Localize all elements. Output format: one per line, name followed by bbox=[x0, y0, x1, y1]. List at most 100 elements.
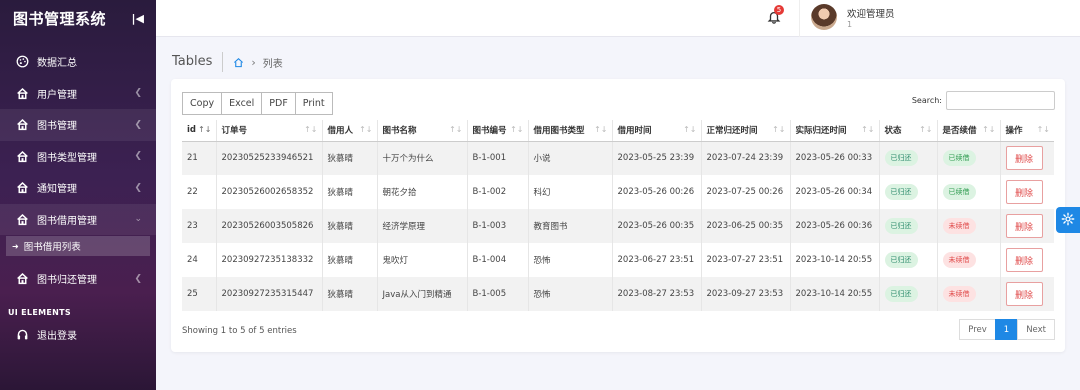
sidebar-item-label: 退出登录 bbox=[37, 330, 77, 342]
collapse-sidebar-icon[interactable]: |◀ bbox=[132, 12, 144, 25]
cell-due-time: 2023-06-25 00:35 bbox=[701, 209, 791, 243]
chevron-left-icon: ❮ bbox=[134, 273, 142, 284]
home-icon bbox=[16, 118, 29, 131]
cell-renew: 未续借 bbox=[937, 243, 1001, 277]
pdf-button[interactable]: PDF bbox=[261, 92, 296, 115]
cell-due-time: 2023-07-25 00:26 bbox=[701, 175, 791, 209]
home-icon bbox=[16, 150, 29, 163]
delete-button[interactable]: 删除 bbox=[1005, 146, 1043, 171]
excel-button[interactable]: Excel bbox=[221, 92, 263, 115]
sidebar-item-users[interactable]: 用户管理 ❮ bbox=[0, 78, 156, 110]
next-page-button[interactable]: Next bbox=[1017, 319, 1055, 340]
cell-status: 已归还 bbox=[879, 277, 938, 311]
column-header-status[interactable]: 状态 ↑↓ bbox=[879, 120, 938, 142]
cell-book-code: B-1-001 bbox=[467, 141, 529, 175]
cell-status: 已归还 bbox=[879, 243, 938, 277]
cell-book-code: B-1-004 bbox=[467, 243, 529, 277]
chevron-left-icon: ❮ bbox=[134, 151, 142, 162]
cell-borrow-time: 2023-05-25 23:39 bbox=[612, 141, 702, 175]
sidebar-item-books[interactable]: 图书管理 ❮ bbox=[0, 109, 156, 141]
delete-button[interactable]: 删除 bbox=[1005, 214, 1043, 238]
sidebar-item-notices[interactable]: 通知管理 ❮ bbox=[0, 172, 156, 204]
avatar[interactable] bbox=[811, 4, 837, 30]
table-row: 24 20230927235138332 狄慕晴 鬼吹灯 B-1-004 恐怖 2023-0… bbox=[182, 243, 1054, 277]
cell-return-time: 2023-05-26 00:34 bbox=[790, 175, 880, 209]
search-group: Search: bbox=[912, 91, 1055, 110]
column-header-return-time[interactable]: 实际归还时间 ↑↓ bbox=[790, 120, 880, 142]
sidebar-item-book-types[interactable]: 图书类型管理 ❮ bbox=[0, 141, 156, 173]
breadcrumb-current: 列表 bbox=[262, 58, 283, 70]
sidebar-item-return[interactable]: 图书归还管理 ❮ bbox=[0, 263, 156, 295]
cell-book-code: B-1-003 bbox=[467, 209, 529, 243]
column-header-action[interactable]: 操作 ↑↓ bbox=[1000, 120, 1054, 142]
renew-badge: 未续借 bbox=[942, 252, 976, 268]
page-button-1[interactable]: 1 bbox=[994, 319, 1019, 340]
column-header-order[interactable]: 订单号 ↑↓ bbox=[216, 120, 323, 142]
chevron-right-icon: › bbox=[251, 55, 256, 69]
table-row: 22 20230526002658352 狄慕晴 朝花夕拾 B-1-002 科幻 2023-… bbox=[182, 175, 1054, 209]
settings-button[interactable] bbox=[1056, 207, 1080, 233]
cell-action: 删除 bbox=[1000, 175, 1054, 209]
status-badge: 已归还 bbox=[884, 184, 918, 200]
cell-book-type: 恐怖 bbox=[528, 277, 613, 311]
cell-borrower: 狄慕晴 bbox=[322, 243, 378, 277]
cell-order: 20230526002658352 bbox=[216, 175, 323, 209]
cell-book-type: 小说 bbox=[528, 141, 613, 175]
cell-id: 25 bbox=[182, 277, 217, 311]
sidebar-item-borrow[interactable]: 图书借用管理 ⌄ bbox=[0, 203, 156, 235]
cell-book-name: 经济学原理 bbox=[377, 209, 468, 243]
sidebar-item-logout[interactable]: 退出登录 bbox=[0, 319, 156, 351]
cell-return-time: 2023-10-14 20:55 bbox=[790, 243, 880, 277]
chevron-left-icon: ❮ bbox=[134, 88, 142, 99]
cell-borrower: 狄慕晴 bbox=[322, 209, 378, 243]
cell-book-type: 教育图书 bbox=[528, 209, 613, 243]
column-header-due-time[interactable]: 正常归还时间 ↑↓ bbox=[701, 120, 791, 142]
sidebar-item-label: 图书类型管理 bbox=[37, 152, 97, 164]
column-header-book-type[interactable]: 借用图书类型 ↑↓ bbox=[528, 120, 613, 142]
cell-status: 已归还 bbox=[879, 141, 938, 175]
search-input[interactable] bbox=[946, 91, 1055, 110]
top-bar bbox=[156, 0, 1080, 37]
home-icon[interactable] bbox=[233, 57, 244, 68]
column-header-renew[interactable]: 是否续借 ↑↓ bbox=[937, 120, 1001, 142]
column-header-book-name[interactable]: 图书名称 ↑↓ bbox=[377, 120, 468, 142]
breadcrumb: Tables › 列表 bbox=[172, 52, 283, 72]
cell-return-time: 2023-05-26 00:33 bbox=[790, 141, 880, 175]
user-number: 1 bbox=[847, 20, 853, 29]
table-row: 23 20230526003505826 狄慕晴 经济学原理 B-1-003 教育图书 20… bbox=[182, 209, 1054, 243]
page-title: Tables bbox=[172, 52, 224, 72]
cell-due-time: 2023-09-27 23:53 bbox=[701, 277, 791, 311]
print-button[interactable]: Print bbox=[294, 92, 333, 115]
column-header-book-code[interactable]: 图书编号 ↑↓ bbox=[467, 120, 529, 142]
cell-borrower: 狄慕晴 bbox=[322, 141, 378, 175]
cell-id: 21 bbox=[182, 141, 217, 175]
column-header-borrower[interactable]: 借用人 ↑↓ bbox=[322, 120, 378, 142]
cell-borrower: 狄慕晴 bbox=[322, 175, 378, 209]
cell-renew: 已续借 bbox=[937, 141, 1001, 175]
delete-button[interactable]: 删除 bbox=[1005, 180, 1043, 204]
arrow-right-icon: ➜ bbox=[12, 241, 19, 251]
cell-return-time: 2023-05-26 00:36 bbox=[790, 209, 880, 243]
cell-action: 删除 bbox=[1000, 209, 1054, 243]
column-header-id[interactable]: id ↑↓ bbox=[182, 120, 217, 142]
delete-button[interactable]: 删除 bbox=[1005, 248, 1043, 272]
gear-icon bbox=[1061, 212, 1075, 229]
cell-borrow-time: 2023-05-26 00:26 bbox=[612, 175, 702, 209]
notification-badge: 5 bbox=[774, 5, 784, 15]
prev-page-button[interactable]: Prev bbox=[959, 319, 996, 340]
column-header-borrow-time[interactable]: 借用时间 ↑↓ bbox=[612, 120, 702, 142]
cell-id: 23 bbox=[182, 209, 217, 243]
table-card: Copy Excel PDF Print Search: id ↑↓ 订单号 ↑↓ … bbox=[171, 79, 1065, 352]
sidebar-item-dashboard[interactable]: 数据汇总 bbox=[0, 46, 156, 78]
cell-book-type: 恐怖 bbox=[528, 243, 613, 277]
sidebar-subitem-borrow-list[interactable]: ➜ 图书借用列表 bbox=[6, 236, 150, 256]
table-body: 21 20230525233946521 狄慕晴 十万个为什么 B-1-001 小说 202… bbox=[182, 141, 1054, 311]
sidebar-section-label: UI ELEMENTS bbox=[8, 307, 71, 317]
welcome-text[interactable]: 欢迎管理员 bbox=[847, 6, 895, 20]
cell-order: 20230927235315447 bbox=[216, 277, 323, 311]
cell-order: 20230526003505826 bbox=[216, 209, 323, 243]
renew-badge: 未续借 bbox=[942, 286, 976, 302]
delete-button[interactable]: 删除 bbox=[1005, 282, 1043, 306]
copy-button[interactable]: Copy bbox=[182, 92, 223, 115]
cell-id: 24 bbox=[182, 243, 217, 277]
